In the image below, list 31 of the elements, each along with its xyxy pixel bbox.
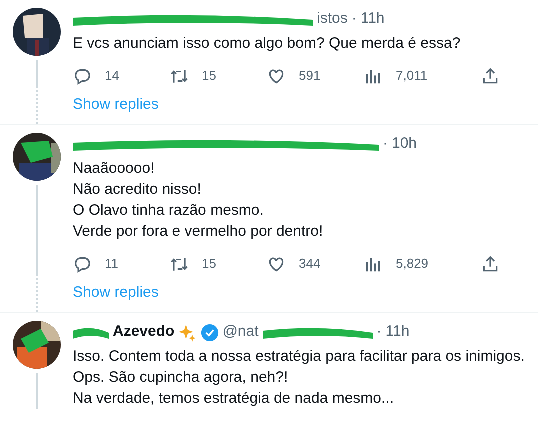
stat-count: 15 xyxy=(202,67,216,86)
tweet-text-line: E vcs anunciam isso como algo bom? Que merda é essa? xyxy=(73,34,462,54)
speech-bubble-icon[interactable] xyxy=(73,66,92,86)
stat-count: 15 xyxy=(202,255,216,274)
tweet-time[interactable]: 11h xyxy=(360,8,385,30)
dot-separator: · xyxy=(352,8,357,28)
stat-count: 344 xyxy=(299,255,321,274)
share-icon[interactable] xyxy=(481,66,500,86)
stat-count: 7,011 xyxy=(396,67,428,86)
tweet-text-line: Naaãooooo! xyxy=(73,159,156,179)
heart-icon[interactable] xyxy=(267,254,286,274)
tweet-text-line: Verde por fora e vermelho por dentro! xyxy=(73,222,324,242)
tweet-text-line: O Olavo tinha razão mesmo. xyxy=(73,201,265,221)
dot-separator: · xyxy=(376,322,382,342)
tweet-time[interactable]: 10h xyxy=(392,132,418,155)
speech-bubble-icon[interactable] xyxy=(73,254,92,274)
author-handle[interactable]: @nat xyxy=(222,320,259,343)
stat-count: 14 xyxy=(105,67,120,86)
stat-count: 5,829 xyxy=(396,255,429,274)
tweet-text-line: Na verdade, temos estratégia de nada mesmo... xyxy=(73,389,396,409)
stat-count: 591 xyxy=(299,67,321,86)
stat-count: 11 xyxy=(105,255,118,274)
tweet-text-line: Ops. São cupincha agora, neh?! xyxy=(73,368,290,388)
dot-separator: · xyxy=(383,134,388,154)
author-name[interactable]: Azevedo xyxy=(113,320,175,343)
share-icon[interactable] xyxy=(481,254,500,274)
tweet-time[interactable]: 11h xyxy=(386,320,410,343)
tweet-text-line: Não acredito nisso! xyxy=(73,180,202,200)
author-handle[interactable]: istos xyxy=(317,8,348,30)
tweet-text-line: Isso. Contem toda a nossa estratégia para facilitar para os inimigos. xyxy=(73,347,525,367)
heart-icon[interactable] xyxy=(267,66,286,86)
